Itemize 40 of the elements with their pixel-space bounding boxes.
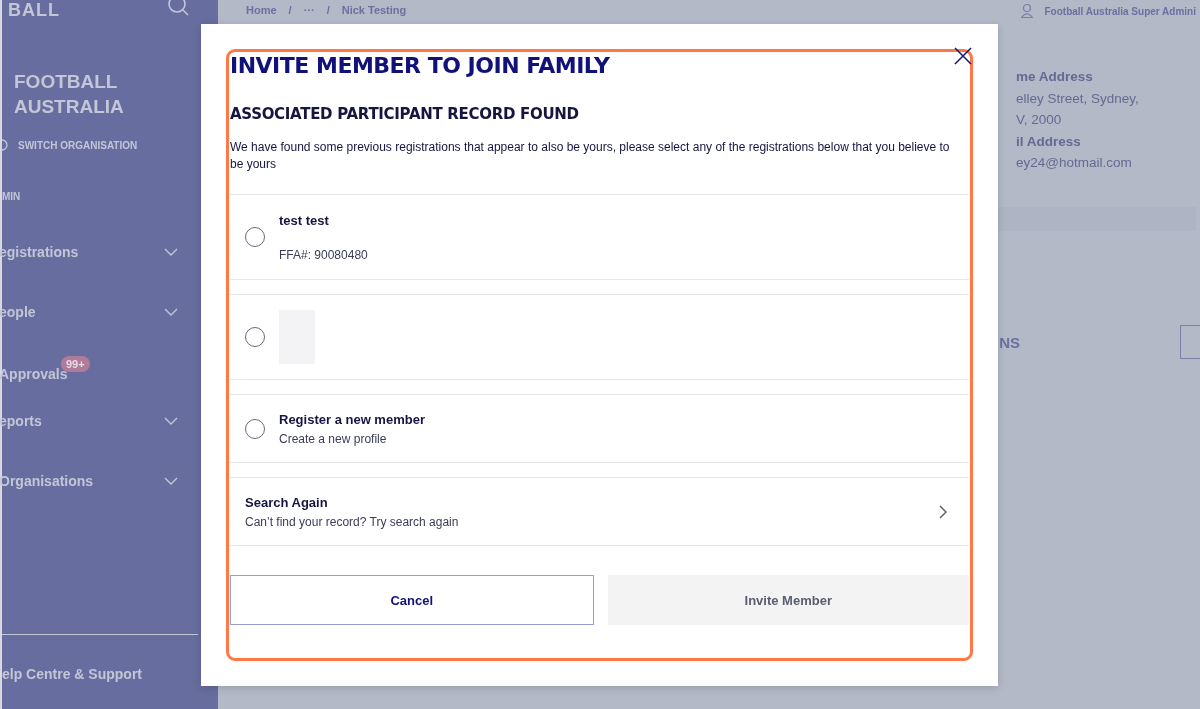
option-detail: FFA#: 90080480 — [279, 247, 368, 262]
chevron-down-icon[interactable] — [164, 417, 178, 425]
add-button[interactable] — [1180, 325, 1200, 359]
help-link[interactable]: elp Centre & Support — [2, 665, 142, 682]
option-detail: Create a new profile — [279, 431, 388, 446]
field-value: elley Street, Sydney, — [1016, 89, 1140, 108]
section-heading: NS — [999, 333, 1020, 351]
breadcrumb-link[interactable]: Home — [246, 4, 277, 17]
field-label: il Address — [1016, 132, 1082, 151]
logo-text: BALL — [8, 0, 60, 20]
option-detail: Can’t find your record? Try search again — [245, 514, 459, 529]
dialog-subtitle: ASSOCIATED PARTICIPANT RECORD FOUND — [230, 105, 580, 123]
chevron-down-icon[interactable] — [164, 477, 178, 485]
option-title: Register a new member — [279, 411, 425, 427]
breadcrumb-link[interactable]: Nick Testing — [341, 4, 407, 17]
close-icon[interactable] — [954, 47, 972, 65]
dialog-description: We have found some previous registrations that appear to also be yours, please select any of the registrations below that you believe to be yours — [230, 139, 951, 173]
dialog-title: INVITE MEMBER TO JOIN FAMILY — [230, 52, 610, 80]
breadcrumb-link[interactable]: ··· — [303, 4, 315, 17]
field-label: me Address — [1016, 68, 1094, 86]
chevron-down-icon[interactable] — [164, 308, 178, 316]
field-value: V, 2000 — [1016, 111, 1063, 129]
option-title: test test — [279, 212, 330, 228]
field-value: ey24@hotmail.com — [1016, 154, 1133, 172]
option-title: Search Again — [245, 494, 329, 510]
search-icon[interactable] — [168, 0, 190, 18]
refresh-icon[interactable] — [2, 139, 10, 151]
option-row[interactable]: Register a new member Create a new profile — [230, 394, 969, 463]
chevron-down-icon[interactable] — [164, 248, 178, 256]
count-badge: 99+ — [61, 356, 90, 372]
switch-organisation-link[interactable]: SWITCH ORGANISATION — [18, 139, 138, 151]
search-again-row[interactable]: Search Again Can’t find your record? Try search again — [230, 477, 969, 546]
organisation-name: FOOTBALL AUSTRALIA — [14, 70, 125, 119]
breadcrumb-separator: / — [288, 4, 292, 17]
chevron-right-icon — [939, 504, 947, 519]
breadcrumb-separator: / — [326, 4, 330, 17]
section-label: MIN — [2, 191, 22, 202]
option-row[interactable]: test test FFA#: 90080480 — [230, 194, 969, 280]
cancel-button[interactable]: Cancel — [230, 575, 594, 625]
user-name[interactable]: Football Australia Super Admini — [1044, 4, 1196, 18]
